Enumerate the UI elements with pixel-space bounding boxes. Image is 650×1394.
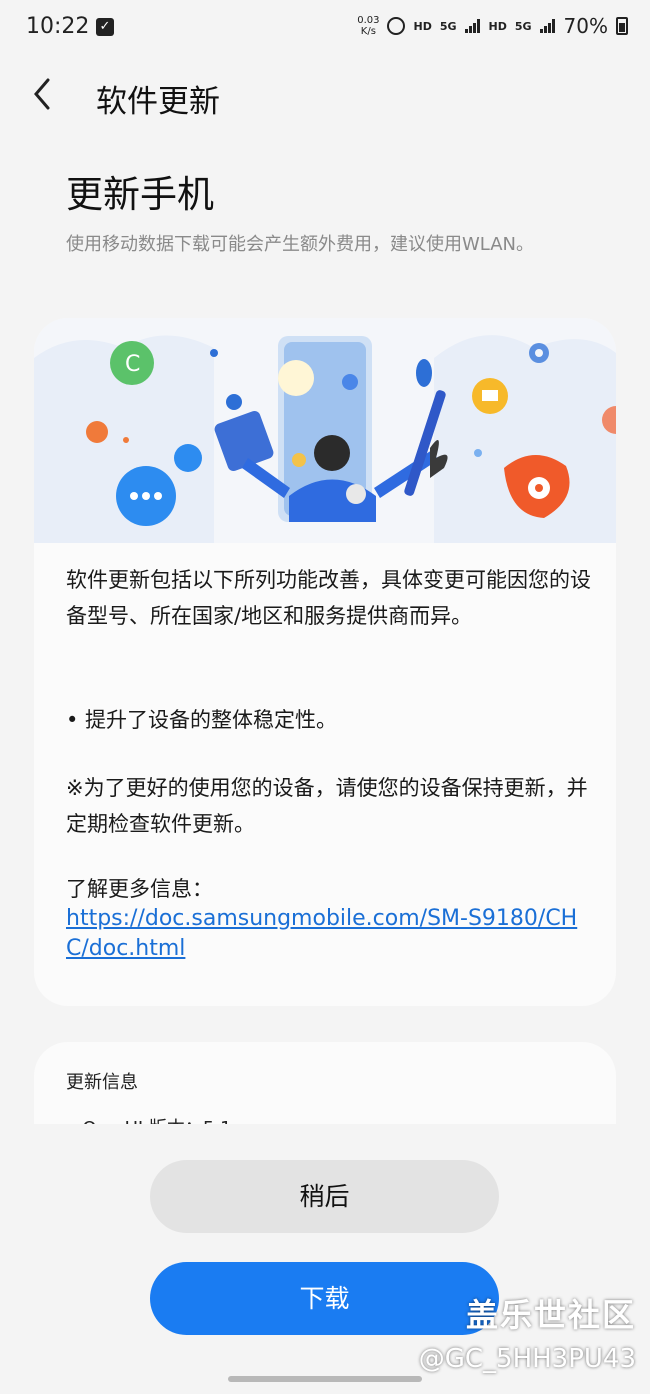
update-tip: ※为了更好的使用您的设备，请使您的设备保持更新，并定期检查软件更新。 <box>66 776 588 836</box>
page-title: 更新手机 <box>66 173 214 216</box>
network-speed-value: 0.03 <box>357 15 380 26</box>
more-info-link[interactable]: https://doc.samsungmobile.com/SM-S9180/C… <box>66 904 586 964</box>
update-description-text: 软件更新包括以下所列功能改善，具体变更可能因您的设备型号、所在国家/地区和服务提… <box>66 568 591 628</box>
signal-icon <box>464 19 481 33</box>
update-details-card: C 软件更新包括以下所列功能改善，具体变更可能因您的设备型号、所在国家/地区和服… <box>34 318 616 1006</box>
gesture-home-bar[interactable] <box>228 1376 422 1382</box>
more-info-label: 了解更多信息： <box>66 877 213 901</box>
sim1-5g-label: 5G <box>439 19 457 33</box>
network-speed-unit: K/s <box>360 26 376 37</box>
later-button[interactable]: 稍后 <box>150 1160 499 1233</box>
update-info-card: 更新信息 • One UI 版本：5.1 <box>34 1042 616 1124</box>
svg-text:C: C <box>125 352 140 377</box>
battery-percent: 70% <box>563 14 608 38</box>
battery-icon <box>616 17 628 35</box>
alarm-icon <box>387 17 406 35</box>
checkbox-notification-icon: ✓ <box>96 18 114 36</box>
update-info-title: 更新信息 <box>66 1072 138 1093</box>
status-bar: 10:22 ✓ 0.03 K/s HD 5G HD 5G 70% <box>0 0 650 58</box>
header-title: 软件更新 <box>96 84 220 120</box>
status-time: 10:22 <box>26 14 90 39</box>
sim2-hd-label: HD <box>488 19 507 33</box>
improvement-bullet: • 提升了设备的整体稳定性。 <box>66 708 338 732</box>
network-speed: 0.03 K/s <box>357 15 379 37</box>
status-icons: 0.03 K/s HD 5G HD 5G 70% <box>357 14 628 38</box>
sim2-5g-label: 5G <box>514 19 532 33</box>
watermark-site: 盖乐世社区 <box>465 1296 636 1334</box>
sim1-hd-label: HD <box>413 19 432 33</box>
signal-icon <box>539 19 556 33</box>
update-description: 软件更新包括以下所列功能改善，具体变更可能因您的设备型号、所在国家/地区和服务提… <box>66 562 596 634</box>
update-info-version: • One UI 版本：5.1 <box>66 1114 232 1124</box>
chevron-left-icon <box>34 78 50 110</box>
mobile-data-note: 使用移动数据下载可能会产生额外费用，建议使用WLAN。 <box>66 234 535 255</box>
watermark-user: @GC_5HH3PU43 <box>418 1344 636 1374</box>
update-illustration: C <box>34 318 616 543</box>
community-watermark: 盖乐世社区 @GC_5HH3PU43 <box>419 1290 636 1374</box>
back-button[interactable] <box>30 76 70 116</box>
